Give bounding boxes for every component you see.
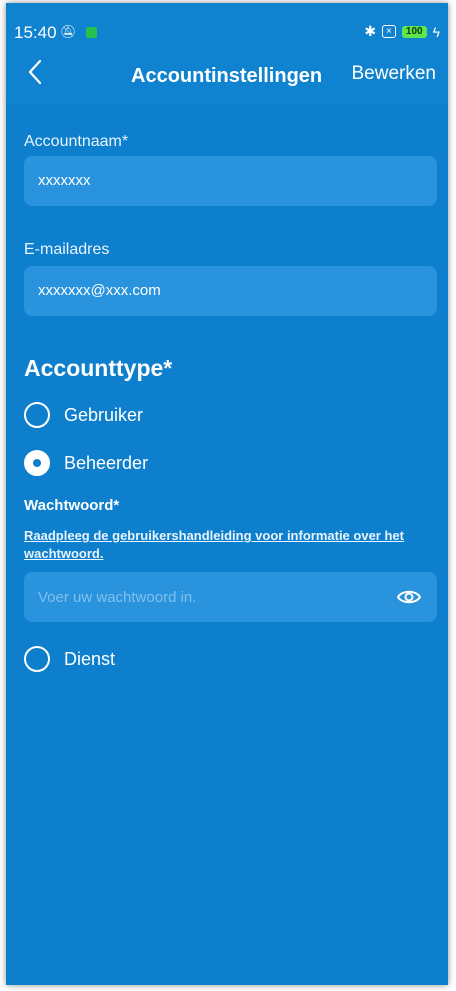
radio-option-beheerder[interactable]: Beheerder (24, 450, 148, 476)
app-screen: 15:40 🔕︎ ✱ × 100 ϟ Accountinstellingen B… (6, 3, 448, 985)
radio-label: Gebruiker (64, 404, 144, 425)
no-sim-icon: × (382, 25, 396, 38)
app-notification-icon (86, 27, 97, 38)
radio-button-unchecked[interactable] (24, 646, 50, 672)
status-icons: ✱ × 100 ϟ (364, 23, 440, 40)
account-name-label: Accountnaam* (24, 133, 129, 150)
radio-button-unchecked[interactable] (24, 402, 50, 428)
account-name-field[interactable]: xxxxxxx (24, 156, 437, 206)
radio-option-dienst[interactable]: Dienst (24, 646, 115, 672)
mute-icon: 🔕︎ (60, 24, 77, 39)
radio-label: Beheerder (64, 452, 149, 473)
battery-icon: 100 (401, 25, 427, 38)
radio-option-gebruiker[interactable]: Gebruiker (24, 402, 143, 428)
status-bar: 15:40 🔕︎ ✱ × 100 ϟ (6, 3, 448, 45)
back-arrow-icon[interactable] (24, 55, 48, 89)
bluetooth-icon: ✱ (364, 23, 377, 39)
charging-icon: ϟ (432, 23, 440, 40)
radio-label: Dienst (64, 648, 116, 669)
email-label: E-mailadres (24, 241, 110, 258)
password-label: Wachtwoord* (24, 497, 120, 514)
password-help-link[interactable]: Raadpleeg de gebruikershandleiding voor … (24, 527, 434, 563)
status-time: 15:40 (14, 23, 57, 42)
edit-button[interactable]: Bewerken (352, 63, 437, 85)
radio-button-checked[interactable] (24, 450, 50, 476)
app-bar: Accountinstellingen Bewerken (6, 45, 448, 103)
account-type-title: Accounttype* (24, 355, 173, 381)
email-field[interactable]: xxxxxxx@xxx.com (24, 266, 437, 316)
show-password-eye-icon[interactable] (396, 587, 422, 607)
page-title: Accountinstellingen (131, 65, 323, 87)
password-input[interactable] (24, 572, 437, 622)
